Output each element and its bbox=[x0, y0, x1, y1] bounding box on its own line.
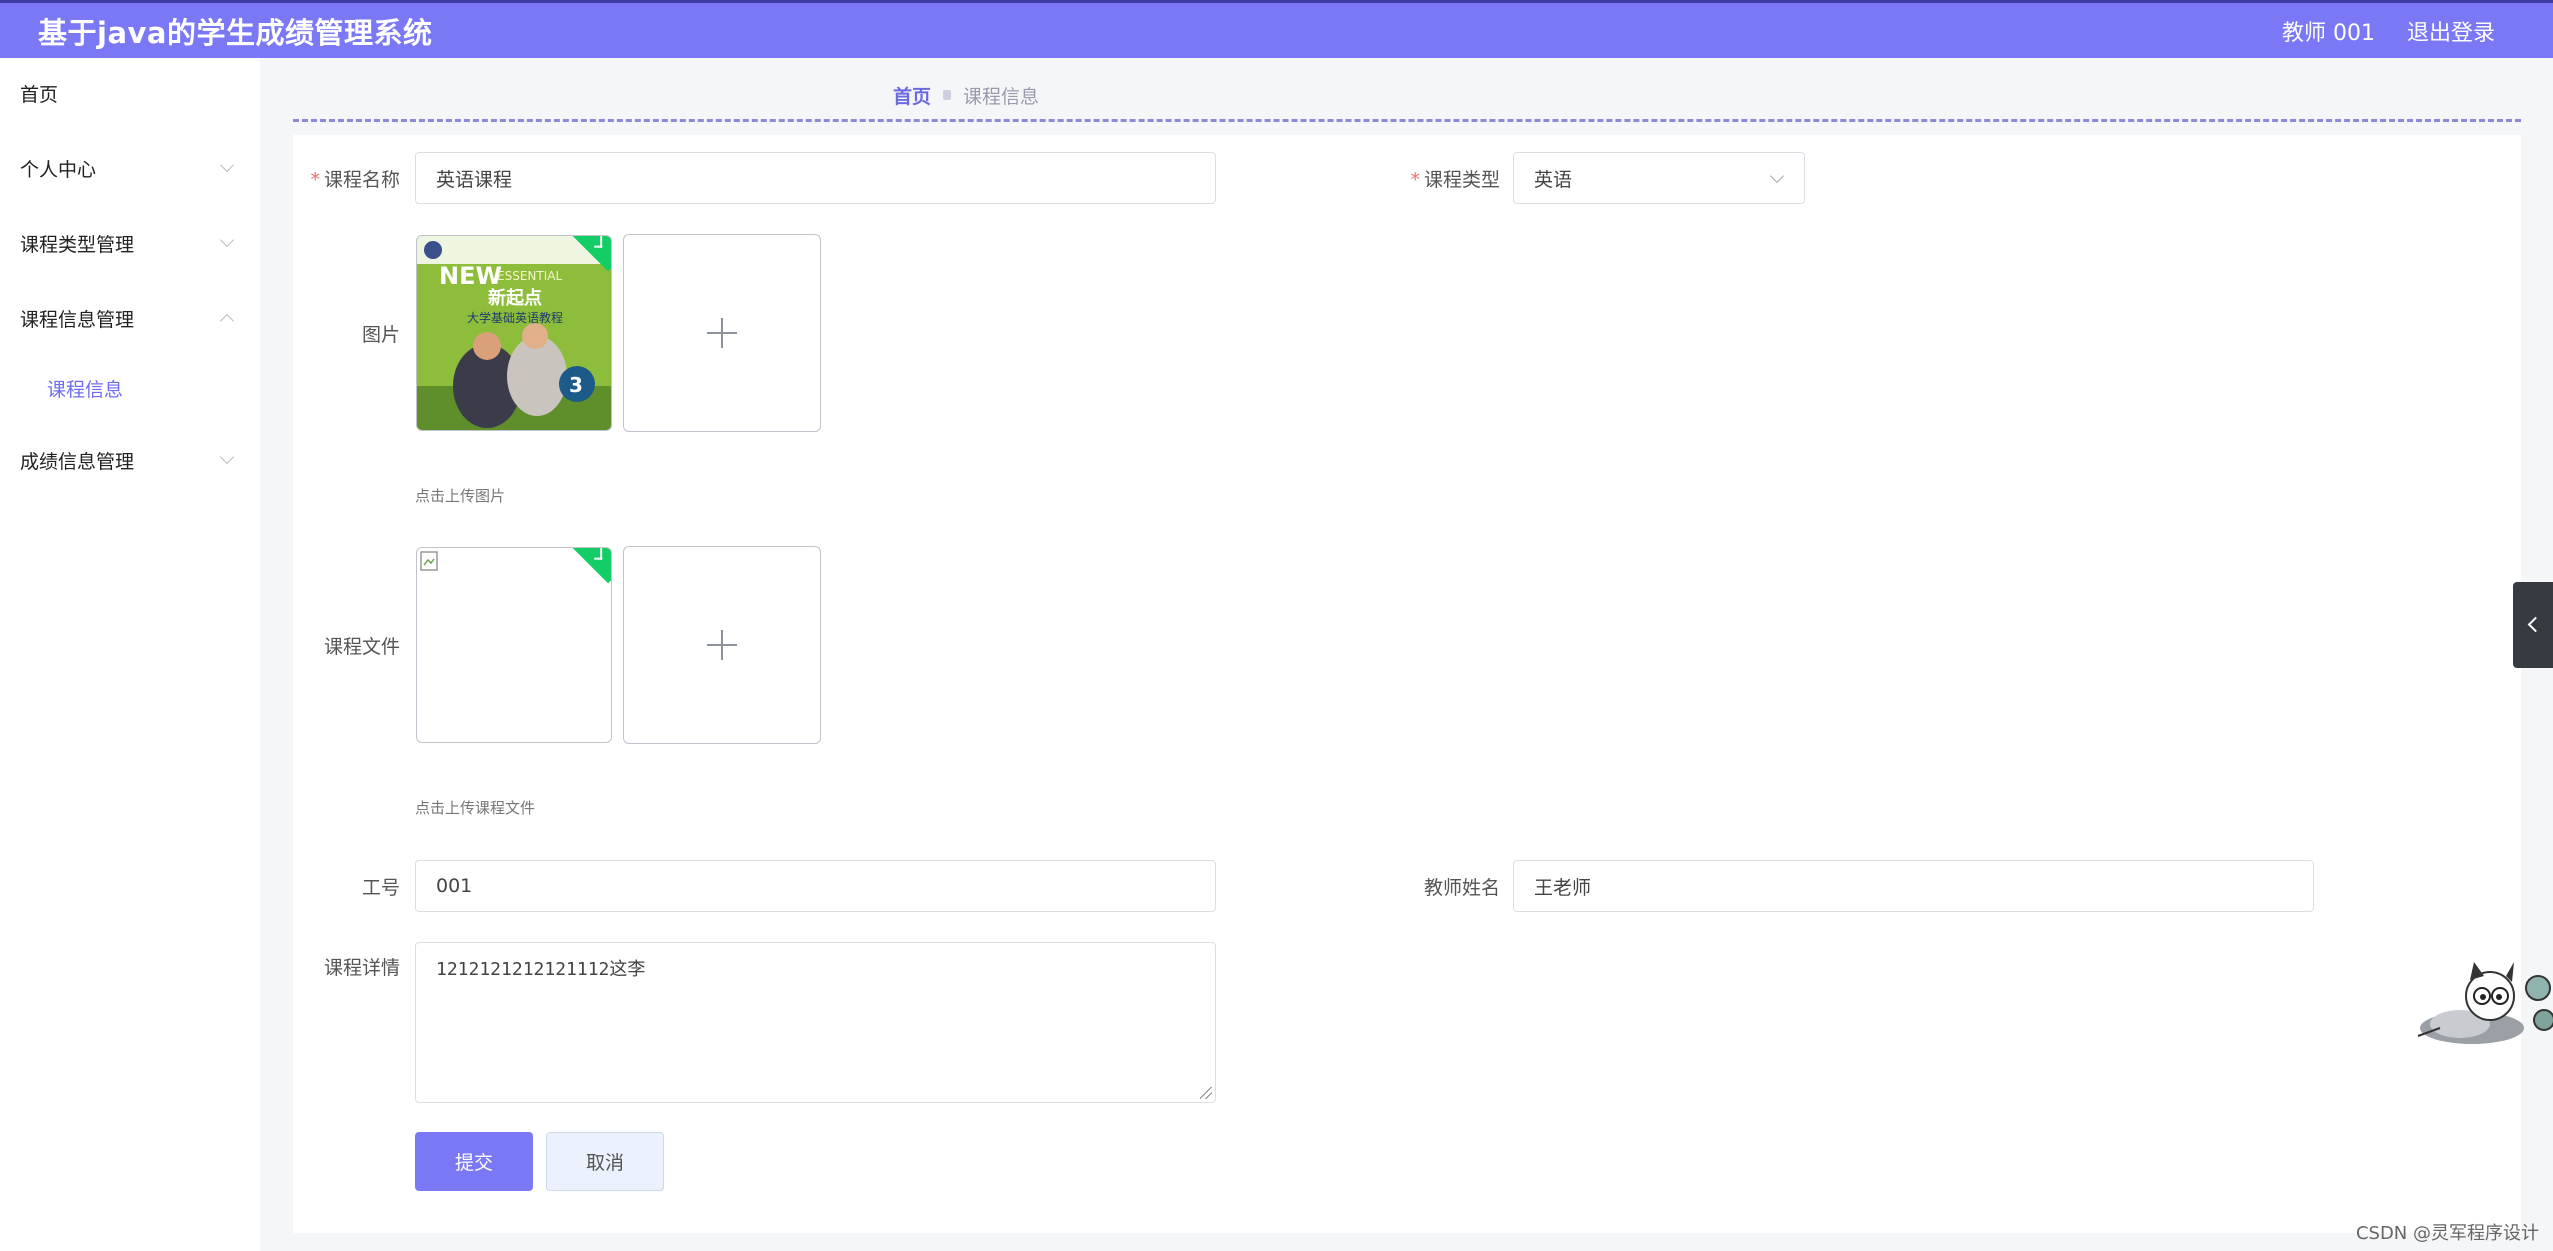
current-user[interactable]: 教师 001 bbox=[2282, 15, 2375, 47]
watermark: CSDN @灵军程序设计 bbox=[2355, 1223, 2539, 1244]
picture-label: 图片 bbox=[361, 324, 400, 346]
cat-mascot-icon bbox=[2417, 962, 2553, 1044]
sidebar-item-course-type-management[interactable]: 课程类型管理 bbox=[0, 223, 260, 263]
course-details-textarea[interactable]: 1212121212121112这李 bbox=[415, 942, 1216, 1103]
plus-icon bbox=[707, 318, 737, 348]
chevron-down-icon bbox=[1769, 168, 1785, 184]
sidebar-item-grade-info-management[interactable]: 成绩信息管理 bbox=[0, 440, 260, 480]
teacher-no-label: 工号 bbox=[361, 877, 400, 899]
sidebar-item-home[interactable]: 首页 bbox=[0, 73, 260, 113]
upload-success-check-icon bbox=[565, 548, 611, 584]
chevron-down-icon bbox=[219, 449, 235, 465]
breadcrumb-home[interactable]: 首页 bbox=[893, 82, 931, 109]
app-title: 基于java的学生成绩管理系统 bbox=[38, 15, 433, 50]
svg-text:3: 3 bbox=[569, 373, 583, 397]
picture-upload-hint: 点击上传图片 bbox=[415, 487, 506, 505]
picture-upload-button[interactable] bbox=[623, 234, 821, 432]
breadcrumb-current: 课程信息 bbox=[963, 85, 1040, 108]
sidebar: 首页 个人中心 课程类型管理 课程信息管理 课程信息 成绩信息管理 bbox=[0, 58, 260, 1251]
uploaded-file-thumb[interactable] bbox=[416, 547, 612, 743]
chevron-down-icon bbox=[219, 232, 235, 248]
header-right: 教师 001 退出登录 bbox=[2250, 15, 2553, 47]
course-details-text: 1212121212121112这李 bbox=[436, 959, 646, 980]
breadcrumb: 首页 课程信息 bbox=[893, 80, 1039, 110]
course-file-upload-button[interactable] bbox=[623, 546, 821, 744]
sidebar-item-label: 成绩信息管理 bbox=[20, 450, 135, 473]
cancel-button[interactable]: 取消 bbox=[546, 1132, 664, 1191]
broken-image-icon bbox=[420, 551, 438, 571]
book-cover-image: 3 NEW ESSENTIAL 新起点 大学基础英语教程 bbox=[417, 236, 611, 430]
course-details-label: 课程详情 bbox=[323, 957, 400, 979]
course-type-selected: 英语 bbox=[1534, 168, 1573, 191]
breadcrumb-divider bbox=[293, 119, 2521, 122]
teacher-no-input[interactable]: 001 bbox=[415, 860, 1216, 912]
logout-link[interactable]: 退出登录 bbox=[2407, 15, 2495, 47]
sidebar-item-label: 课程信息管理 bbox=[20, 308, 135, 331]
course-file-label: 课程文件 bbox=[323, 636, 400, 658]
sidebar-item-label: 个人中心 bbox=[20, 158, 97, 181]
course-file-upload-hint: 点击上传课程文件 bbox=[415, 799, 536, 817]
top-header: 基于java的学生成绩管理系统 教师 001 退出登录 bbox=[0, 0, 2553, 58]
sidebar-item-label: 首页 bbox=[20, 83, 59, 106]
sidebar-item-course-info-management[interactable]: 课程信息管理 bbox=[0, 298, 260, 338]
svg-text:ESSENTIAL: ESSENTIAL bbox=[497, 269, 562, 283]
sidebar-item-label: 课程类型管理 bbox=[20, 233, 135, 256]
chevron-up-icon bbox=[219, 313, 235, 329]
resize-handle-icon[interactable] bbox=[1200, 1087, 1212, 1099]
sidebar-subitem-course-info[interactable]: 课程信息 bbox=[0, 368, 260, 408]
course-name-label: * 课程名称 bbox=[310, 169, 400, 191]
svg-text:新起点: 新起点 bbox=[488, 287, 542, 309]
uploaded-picture-thumb[interactable]: 3 NEW ESSENTIAL 新起点 大学基础英语教程 bbox=[416, 235, 612, 431]
teacher-name-label: 教师姓名 bbox=[1423, 877, 1500, 899]
chevron-down-icon bbox=[219, 157, 235, 173]
plus-icon bbox=[707, 630, 737, 660]
course-name-input[interactable]: 英语课程 bbox=[415, 152, 1216, 204]
submit-button[interactable]: 提交 bbox=[415, 1132, 533, 1191]
breadcrumb-separator-icon bbox=[943, 90, 952, 100]
teacher-name-input[interactable]: 王老师 bbox=[1513, 860, 2314, 912]
sidebar-item-personal-center[interactable]: 个人中心 bbox=[0, 148, 260, 188]
form-panel: * 课程名称 英语课程 * 课程类型 英语 图片 3 NEW ESSENTIAL 新… bbox=[293, 135, 2521, 1233]
course-type-label: * 课程类型 bbox=[1410, 169, 1500, 191]
svg-text:大学基础英语教程: 大学基础英语教程 bbox=[467, 310, 563, 325]
side-drawer-toggle[interactable] bbox=[2513, 582, 2553, 668]
course-type-select[interactable]: 英语 bbox=[1513, 152, 1805, 204]
svg-text:NEW: NEW bbox=[439, 262, 502, 290]
